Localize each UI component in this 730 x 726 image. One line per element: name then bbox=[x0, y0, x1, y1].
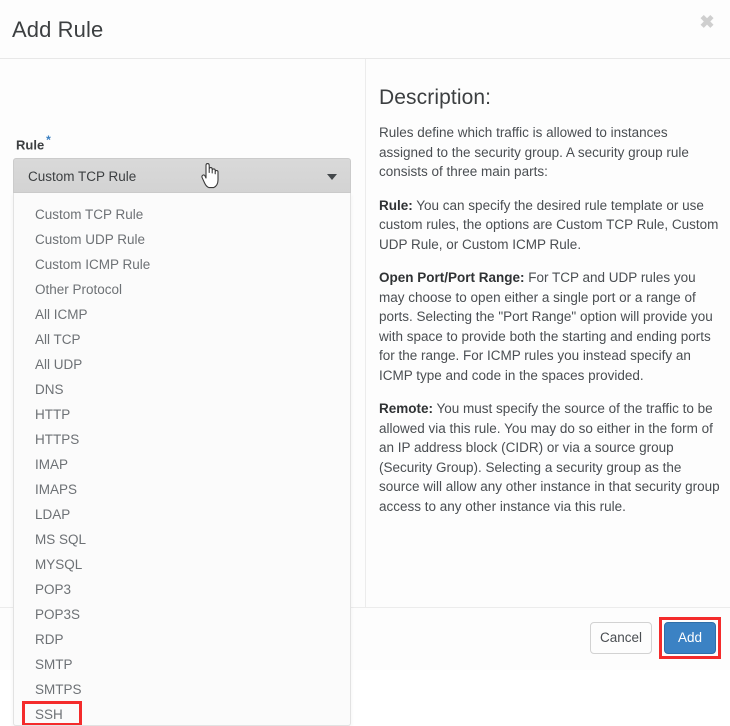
dropdown-option[interactable]: Custom ICMP Rule bbox=[14, 252, 350, 277]
dropdown-option[interactable]: IMAPS bbox=[14, 477, 350, 502]
description-paragraph-text: For TCP and UDP rules you may choose to … bbox=[379, 270, 713, 383]
form-column: Rule* Custom TCP Rule Custom TCP RuleCus… bbox=[0, 59, 365, 607]
dropdown-option[interactable]: All TCP bbox=[14, 327, 350, 352]
rule-label-text: Rule bbox=[16, 137, 44, 152]
dropdown-option[interactable]: All ICMP bbox=[14, 302, 350, 327]
add-rule-dialog: Add Rule ✖ Rule* Custom TCP Rule Custom … bbox=[0, 0, 730, 670]
description-paragraph-lead: Open Port/Port Range: bbox=[379, 270, 525, 285]
dropdown-option[interactable]: DNS bbox=[14, 377, 350, 402]
rule-field-label: Rule* bbox=[16, 134, 51, 153]
required-marker: * bbox=[46, 133, 51, 147]
dropdown-option[interactable]: Custom TCP Rule bbox=[14, 202, 350, 227]
description-paragraph-text: You can specify the desired rule templat… bbox=[379, 198, 718, 252]
description-paragraph-lead: Remote: bbox=[379, 401, 433, 416]
dropdown-option-list: Custom TCP RuleCustom UDP RuleCustom ICM… bbox=[14, 202, 350, 726]
rule-select-dropdown[interactable]: Custom TCP RuleCustom UDP RuleCustom ICM… bbox=[13, 193, 351, 726]
close-icon[interactable]: ✖ bbox=[694, 9, 720, 35]
cancel-button[interactable]: Cancel bbox=[590, 622, 652, 654]
description-column: Description: Rules define which traffic … bbox=[365, 59, 730, 607]
description-paragraph-text: You must specify the source of the traff… bbox=[379, 401, 720, 514]
description-paragraph: Rule: You can specify the desired rule t… bbox=[379, 196, 720, 255]
description-paragraph-text: Rules define which traffic is allowed to… bbox=[379, 125, 689, 179]
dropdown-option[interactable]: All UDP bbox=[14, 352, 350, 377]
description-paragraph-lead: Rule: bbox=[379, 198, 413, 213]
dropdown-option[interactable]: Custom UDP Rule bbox=[14, 227, 350, 252]
dropdown-option[interactable]: SMTP bbox=[14, 652, 350, 677]
dropdown-option[interactable]: HTTP bbox=[14, 402, 350, 427]
description-paragraph: Remote: You must specify the source of t… bbox=[379, 399, 720, 516]
chevron-down-icon bbox=[327, 174, 337, 180]
dropdown-option[interactable]: MYSQL bbox=[14, 552, 350, 577]
dropdown-option[interactable]: POP3S bbox=[14, 602, 350, 627]
add-button[interactable]: Add bbox=[664, 622, 716, 654]
dropdown-option[interactable]: POP3 bbox=[14, 577, 350, 602]
dropdown-option[interactable]: SMTPS bbox=[14, 677, 350, 702]
dropdown-option[interactable]: HTTPS bbox=[14, 427, 350, 452]
dropdown-option[interactable]: IMAP bbox=[14, 452, 350, 477]
dialog-header: Add Rule ✖ bbox=[0, 0, 730, 59]
description-heading: Description: bbox=[379, 85, 720, 111]
page-title: Add Rule bbox=[12, 16, 103, 44]
dropdown-option[interactable]: LDAP bbox=[14, 502, 350, 527]
description-paragraph: Rules define which traffic is allowed to… bbox=[379, 123, 720, 182]
dropdown-option[interactable]: Other Protocol bbox=[14, 277, 350, 302]
dropdown-option[interactable]: RDP bbox=[14, 627, 350, 652]
description-paragraph: Open Port/Port Range: For TCP and UDP ru… bbox=[379, 268, 720, 385]
dialog-body: Rule* Custom TCP Rule Custom TCP RuleCus… bbox=[0, 59, 730, 607]
dropdown-option[interactable]: MS SQL bbox=[14, 527, 350, 552]
description-body: Rules define which traffic is allowed to… bbox=[379, 123, 720, 516]
rule-select-value: Custom TCP Rule bbox=[28, 168, 136, 185]
dropdown-option[interactable]: SSH bbox=[14, 702, 350, 726]
rule-select[interactable]: Custom TCP Rule bbox=[13, 158, 351, 193]
